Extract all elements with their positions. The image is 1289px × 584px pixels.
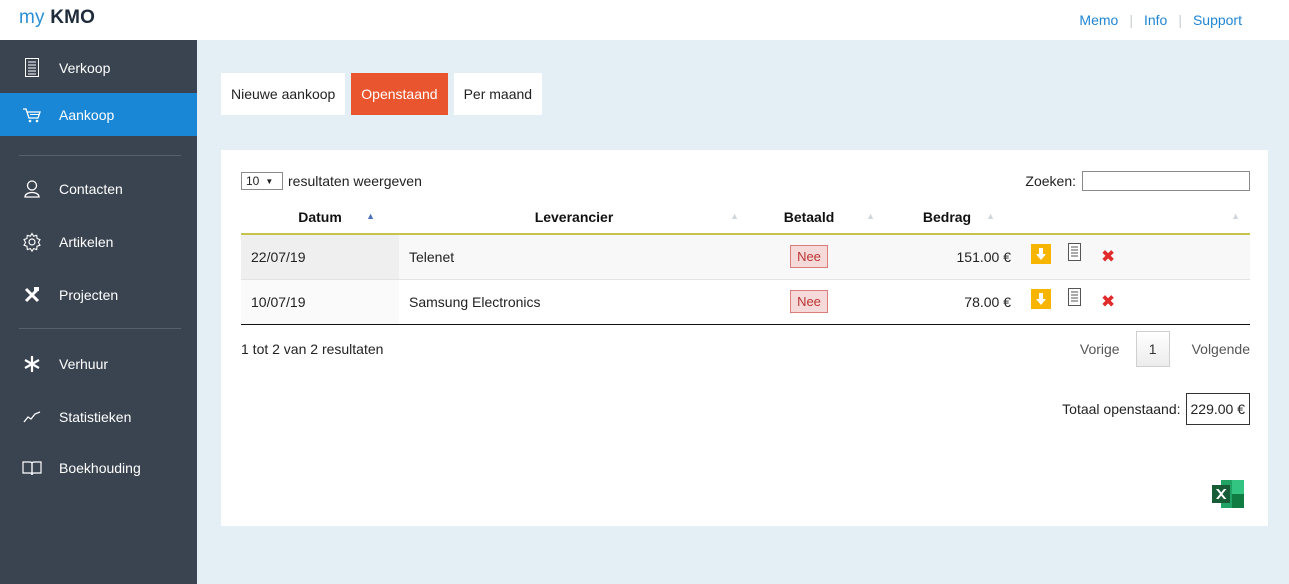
prev-page-button[interactable]: Vorige (1080, 341, 1120, 357)
page-1-button[interactable]: 1 (1135, 331, 1170, 367)
total-value: 229.00 € (1185, 393, 1250, 425)
cart-icon (22, 105, 42, 125)
link-separator: | (1129, 12, 1133, 28)
sort-asc-icon: ▲ (366, 211, 375, 221)
total-outstanding: Totaal openstaand: 229.00 € (1062, 393, 1250, 425)
cell-datum: 22/07/19 (241, 234, 399, 280)
memo-link[interactable]: Memo (1079, 12, 1118, 28)
sidebar-item-label: Boekhouding (59, 459, 141, 476)
cell-leverancier: Samsung Electronics (399, 279, 749, 325)
download-arrow-icon[interactable] (1031, 288, 1051, 309)
cell-datum: 10/07/19 (241, 279, 399, 325)
sort-both-icon: ▲ (730, 211, 739, 221)
chart-line-icon (22, 407, 42, 427)
document-icon (22, 58, 42, 78)
search-control: Zoeken: (1025, 171, 1250, 191)
next-page-button[interactable]: Volgende (1192, 341, 1250, 357)
top-bar: my KMO Memo | Info | Support (0, 0, 1289, 40)
logo-prefix: my (19, 7, 45, 28)
purchases-table: Datum ▲ Leverancier ▲ Betaald ▲ Bedrag ▲ (241, 200, 1250, 325)
sort-both-icon: ▲ (1231, 211, 1240, 221)
info-link[interactable]: Info (1144, 12, 1167, 28)
gear-icon (22, 231, 42, 252)
excel-export-icon[interactable] (1212, 480, 1244, 511)
main-content: Nieuwe aankoop Openstaand Per maand 10 ▼… (197, 40, 1289, 584)
column-header-datum[interactable]: Datum ▲ (241, 200, 399, 235)
column-header-label: Datum (298, 208, 342, 225)
cell-actions: ✖ (1025, 234, 1250, 280)
tab-openstaand[interactable]: Openstaand (351, 73, 448, 115)
sidebar-item-label: Aankoop (59, 106, 115, 123)
length-control: 10 ▼ resultaten weergeven (241, 172, 422, 190)
column-header-leverancier[interactable]: Leverancier ▲ (399, 200, 749, 235)
pagination: Vorige 1 Volgende (1080, 331, 1250, 367)
sidebar-item-label: Contacten (59, 180, 123, 197)
search-input[interactable] (1082, 171, 1250, 191)
sidebar-item-artikelen[interactable]: Artikelen (0, 220, 197, 263)
cell-bedrag: 78.00 € (869, 279, 1025, 325)
app-logo[interactable]: my KMO (19, 7, 95, 29)
link-separator: | (1178, 12, 1182, 28)
person-icon (22, 179, 42, 199)
download-arrow-icon[interactable] (1031, 243, 1051, 264)
document-icon[interactable] (1068, 243, 1081, 264)
results-info: 1 tot 2 van 2 resultaten (241, 341, 384, 357)
sidebar-item-aankoop[interactable]: Aankoop (0, 93, 197, 136)
sidebar-item-label: Verhuur (59, 355, 109, 372)
column-header-label: Leverancier (534, 208, 614, 225)
support-link[interactable]: Support (1193, 12, 1242, 28)
column-header-actions[interactable]: ▲ (1025, 200, 1250, 235)
length-select-value: 10 (246, 174, 260, 188)
table-row[interactable]: 22/07/19 Telenet Nee 151.00 € ✖ (241, 234, 1250, 280)
table-header-row: Datum ▲ Leverancier ▲ Betaald ▲ Bedrag ▲ (241, 200, 1250, 235)
column-header-bedrag[interactable]: Bedrag ▲ (869, 200, 1025, 235)
column-header-label: Betaald (783, 208, 835, 225)
column-header-betaald[interactable]: Betaald ▲ (749, 200, 875, 235)
tab-bar: Nieuwe aankoop Openstaand Per maand (221, 73, 543, 115)
sidebar-item-statistieken[interactable]: Statistieken (0, 395, 197, 438)
sidebar-divider (19, 155, 181, 156)
star-icon (22, 354, 42, 374)
sidebar-item-projecten[interactable]: Projecten (0, 273, 197, 316)
sidebar: Verkoop Aankoop Contacten Artikelen Proj… (0, 40, 197, 584)
length-label: resultaten weergeven (288, 173, 422, 189)
length-select[interactable]: 10 ▼ (241, 172, 283, 190)
delete-x-icon[interactable]: ✖ (1101, 293, 1115, 310)
cell-betaald: Nee (749, 234, 869, 280)
search-label: Zoeken: (1025, 173, 1076, 189)
dropdown-caret-icon: ▼ (265, 176, 274, 186)
status-badge: Nee (790, 245, 828, 269)
table-row[interactable]: 10/07/19 Samsung Electronics Nee 78.00 € (241, 279, 1250, 325)
sidebar-item-label: Artikelen (59, 233, 114, 250)
tools-icon (22, 285, 42, 305)
sort-both-icon: ▲ (986, 211, 995, 221)
tab-per-maand[interactable]: Per maand (453, 73, 543, 115)
tab-nieuwe-aankoop[interactable]: Nieuwe aankoop (221, 73, 346, 115)
delete-x-icon[interactable]: ✖ (1101, 248, 1115, 265)
status-badge: Nee (790, 290, 828, 313)
sidebar-item-label: Verkoop (59, 59, 111, 76)
book-icon (22, 458, 42, 478)
sidebar-item-verhuur[interactable]: Verhuur (0, 342, 197, 385)
sidebar-item-label: Projecten (59, 286, 119, 303)
column-header-label: Bedrag (922, 208, 972, 225)
sidebar-item-boekhouding[interactable]: Boekhouding (0, 446, 197, 489)
total-label: Totaal openstaand: (1062, 401, 1181, 417)
results-card: 10 ▼ resultaten weergeven Zoeken: Datum … (221, 150, 1268, 526)
sidebar-item-label: Statistieken (59, 408, 132, 425)
logo-main: KMO (50, 7, 96, 28)
cell-betaald: Nee (749, 279, 869, 325)
document-icon[interactable] (1068, 288, 1081, 309)
sidebar-divider (19, 328, 181, 329)
cell-actions: ✖ (1025, 279, 1250, 325)
top-links: Memo | Info | Support (1079, 12, 1242, 28)
sidebar-item-verkoop[interactable]: Verkoop (0, 46, 197, 89)
cell-leverancier: Telenet (399, 234, 749, 280)
sidebar-item-contacten[interactable]: Contacten (0, 167, 197, 210)
cell-bedrag: 151.00 € (869, 234, 1025, 280)
